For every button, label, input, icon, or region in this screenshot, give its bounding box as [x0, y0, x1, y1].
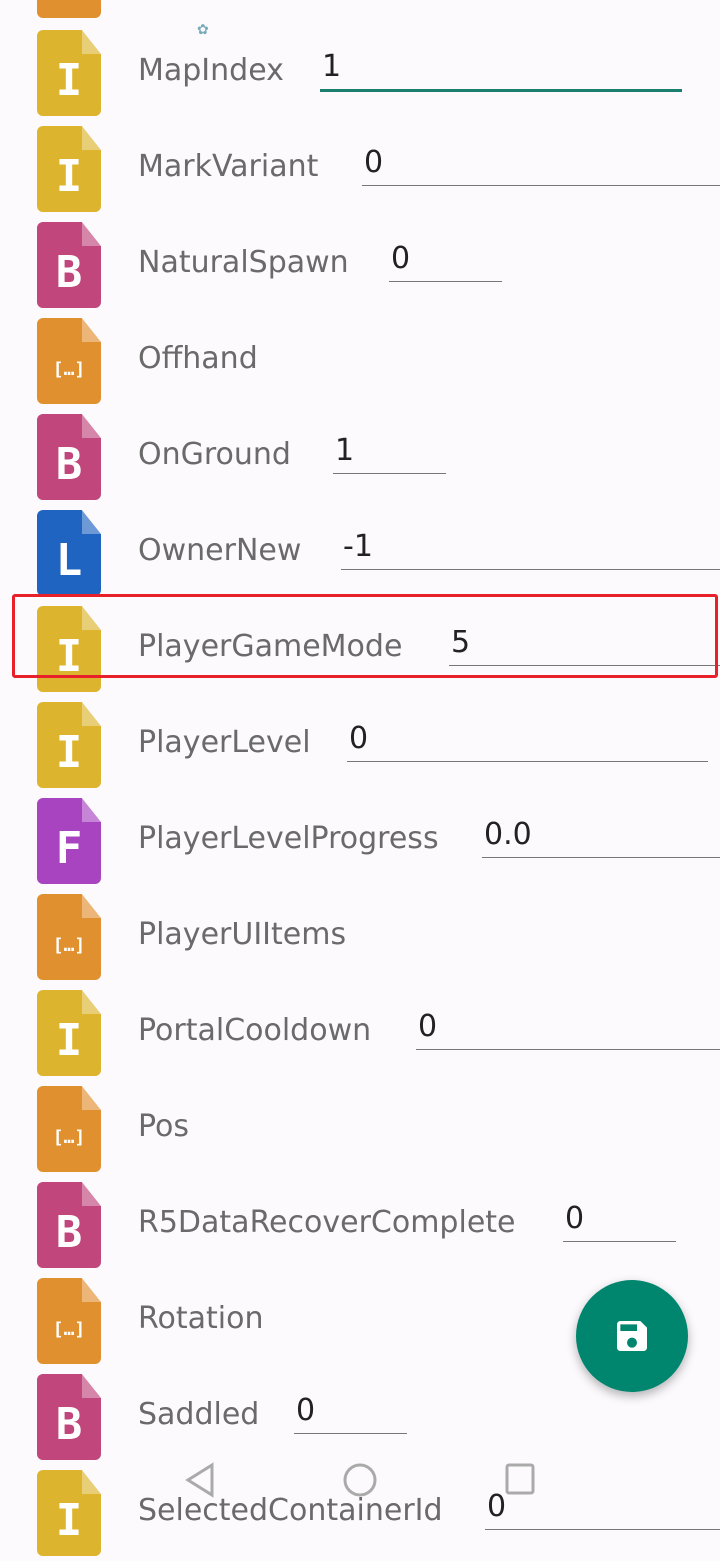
tag-name: NaturalSpawn — [138, 245, 349, 280]
tag-name: PlayerLevel — [138, 725, 311, 760]
type-glyph: B — [55, 439, 83, 490]
float-tag-icon: F — [37, 798, 101, 884]
tag-row-PlayerLevel[interactable]: I PlayerLevel 0 — [0, 697, 720, 793]
tag-name: OwnerNew — [138, 533, 302, 568]
tag-name: PlayerLevelProgress — [138, 821, 439, 856]
tag-value-input[interactable]: 1 — [320, 47, 682, 92]
fold-corner — [82, 414, 101, 438]
byte-tag-icon: B — [37, 414, 101, 500]
fold-corner — [82, 1470, 101, 1494]
int-tag-icon: I — [37, 702, 101, 788]
tag-name: SelectedContainerId — [138, 1493, 443, 1528]
tag-value-input[interactable]: 0.0 — [482, 815, 720, 858]
tag-row-MarkVariant[interactable]: I MarkVariant 0 — [0, 121, 720, 217]
tag-name: PlayerGameMode — [138, 629, 403, 664]
tag-value-input[interactable]: 0 — [389, 239, 502, 282]
type-glyph: I — [55, 151, 83, 202]
tag-row-PlayerUIItems[interactable]: […] PlayerUIItems — [0, 889, 720, 985]
tag-name: Pos — [138, 1109, 190, 1144]
fold-corner — [82, 1278, 101, 1302]
list-tag-icon: […] — [37, 318, 101, 404]
fold-corner — [82, 606, 101, 630]
tag-name: MapIndex — [138, 53, 284, 88]
type-glyph: F — [55, 823, 83, 874]
type-glyph: […] — [52, 935, 86, 956]
tag-value-input[interactable]: 0 — [294, 1391, 407, 1434]
tag-row-Offhand[interactable]: […] Offhand — [0, 313, 720, 409]
fold-corner — [82, 1374, 101, 1398]
fold-corner — [82, 318, 101, 342]
byte-tag-icon: B — [37, 1374, 101, 1460]
tag-name: Saddled — [138, 1397, 260, 1432]
fold-corner — [82, 894, 101, 918]
list-tag-icon: […] — [37, 1086, 101, 1172]
tag-row-OnGround[interactable]: B OnGround 1 — [0, 409, 720, 505]
tag-name: PortalCooldown — [138, 1013, 372, 1048]
type-glyph: I — [55, 631, 83, 682]
tag-row-R5DataRecoverComplete[interactable]: B R5DataRecoverComplete 0 — [0, 1177, 720, 1273]
type-glyph: I — [55, 1015, 83, 1066]
save-icon — [617, 1321, 647, 1351]
list-tag-icon: […] — [37, 1278, 101, 1364]
type-glyph: B — [55, 1399, 83, 1450]
tag-value-input[interactable]: 5 — [449, 623, 720, 666]
type-glyph: […] — [52, 1319, 86, 1340]
fold-corner — [82, 1182, 101, 1206]
fold-corner — [82, 798, 101, 822]
fold-corner — [82, 702, 101, 726]
type-glyph: I — [55, 1495, 83, 1546]
back-icon[interactable] — [184, 1462, 216, 1498]
previous-row-icon — [37, 0, 101, 18]
type-glyph: […] — [52, 359, 86, 380]
fold-corner — [82, 222, 101, 246]
type-glyph: I — [55, 55, 83, 106]
type-glyph: I — [55, 727, 83, 778]
tag-name: R5DataRecoverComplete — [138, 1205, 516, 1240]
int-tag-icon: I — [37, 126, 101, 212]
list-tag-icon: […] — [37, 894, 101, 980]
fold-corner — [82, 1086, 101, 1110]
long-tag-icon: L — [37, 510, 101, 596]
tag-row-PlayerLevelProgress[interactable]: F PlayerLevelProgress 0.0 — [0, 793, 720, 889]
fold-corner — [82, 30, 101, 54]
tag-name: Offhand — [138, 341, 258, 376]
save-button[interactable] — [576, 1280, 688, 1392]
tag-name: Rotation — [138, 1301, 264, 1336]
tag-row-Pos[interactable]: […] Pos — [0, 1081, 720, 1177]
home-icon[interactable] — [342, 1462, 378, 1498]
type-glyph: […] — [52, 1127, 86, 1148]
fold-corner — [82, 126, 101, 150]
int-tag-icon: I — [37, 990, 101, 1076]
byte-tag-icon: B — [37, 222, 101, 308]
recents-icon[interactable] — [504, 1462, 536, 1498]
tag-value-input[interactable]: 0 — [416, 1007, 720, 1050]
byte-tag-icon: B — [37, 1182, 101, 1268]
tag-row-PortalCooldown[interactable]: I PortalCooldown 0 — [0, 985, 720, 1081]
tag-value-input[interactable]: 0 — [347, 719, 708, 762]
tag-value-input[interactable]: 1 — [333, 431, 446, 474]
tag-name: MarkVariant — [138, 149, 319, 184]
int-tag-icon: I — [37, 606, 101, 692]
tag-value-input[interactable]: 0 — [563, 1199, 676, 1242]
tag-value-input[interactable]: -1 — [341, 527, 720, 570]
fold-corner — [82, 990, 101, 1014]
tag-row-PlayerGameMode[interactable]: I PlayerGameMode 5 — [0, 601, 720, 697]
int-tag-icon: I — [37, 1470, 101, 1556]
type-glyph: B — [55, 247, 83, 298]
type-glyph: B — [55, 1207, 83, 1258]
tag-row-NaturalSpawn[interactable]: B NaturalSpawn 0 — [0, 217, 720, 313]
tag-name: OnGround — [138, 437, 291, 472]
tag-row-OwnerNew[interactable]: L OwnerNew -1 — [0, 505, 720, 601]
int-tag-icon: I — [37, 30, 101, 116]
type-glyph: L — [55, 535, 83, 586]
tag-value-input[interactable]: 0 — [362, 143, 720, 186]
tag-name: PlayerUIItems — [138, 917, 347, 952]
tag-row-MapIndex[interactable]: I MapIndex 1 — [0, 25, 720, 121]
fold-corner — [82, 510, 101, 534]
